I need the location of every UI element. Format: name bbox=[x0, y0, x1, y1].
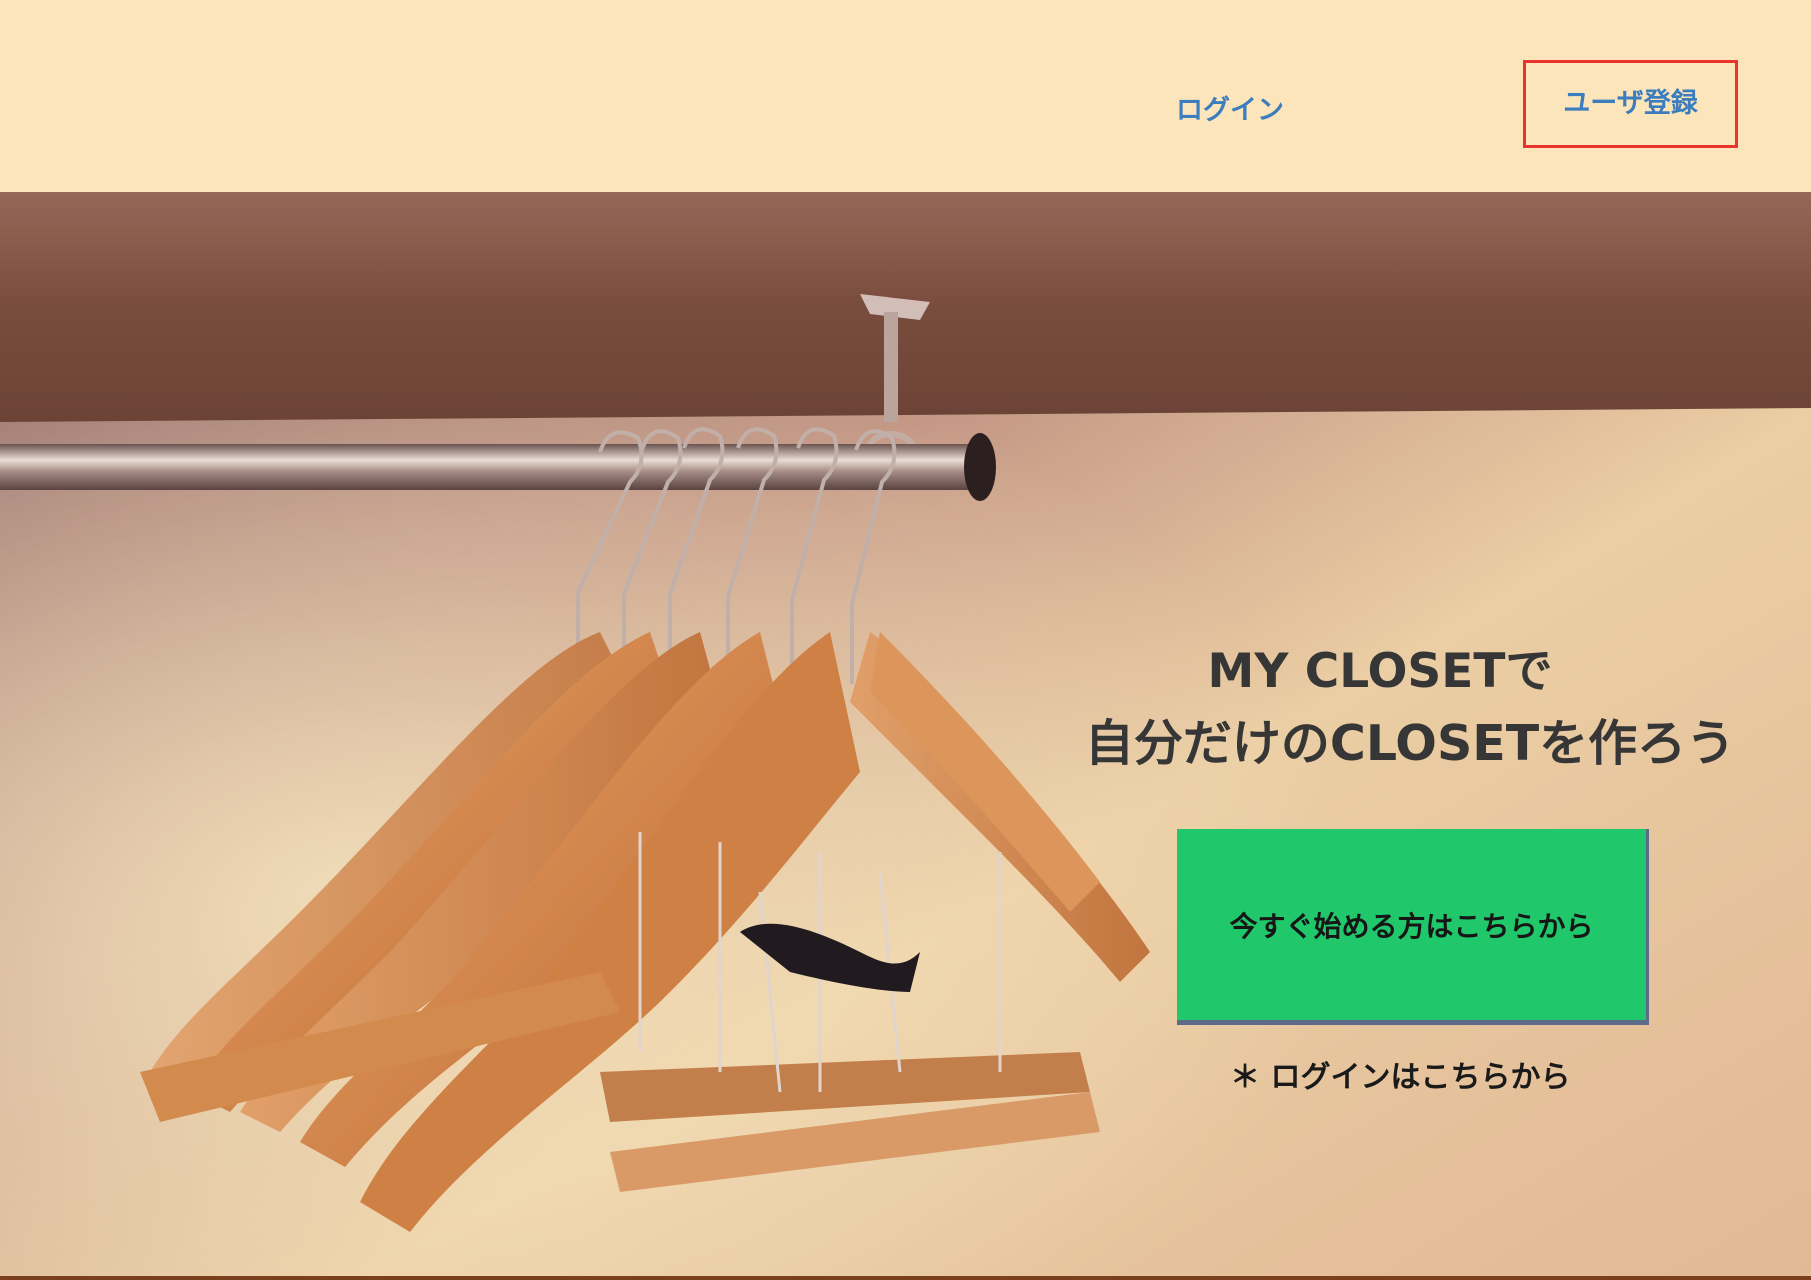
hero-title-line2: 自分だけのCLOSETを作ろう bbox=[1084, 715, 1736, 772]
register-label: ユーザ登録 bbox=[1563, 88, 1698, 119]
site-header: ログイン ユーザ登録 bbox=[0, 0, 1811, 192]
hero-title-line1: MY CLOSETで bbox=[1207, 644, 1553, 699]
login-note-link[interactable]: ＊ ログインはこちらから bbox=[1230, 1052, 1590, 1096]
bottom-border bbox=[0, 1276, 1811, 1280]
login-link[interactable]: ログイン bbox=[1176, 90, 1284, 132]
hero-section: MY CLOSETで 自分だけのCLOSETを作ろう 今すぐ始める方はこちらから… bbox=[0, 192, 1811, 1280]
register-link[interactable]: ユーザ登録 bbox=[1523, 60, 1738, 148]
start-now-button[interactable]: 今すぐ始める方はこちらから bbox=[1177, 829, 1649, 1025]
